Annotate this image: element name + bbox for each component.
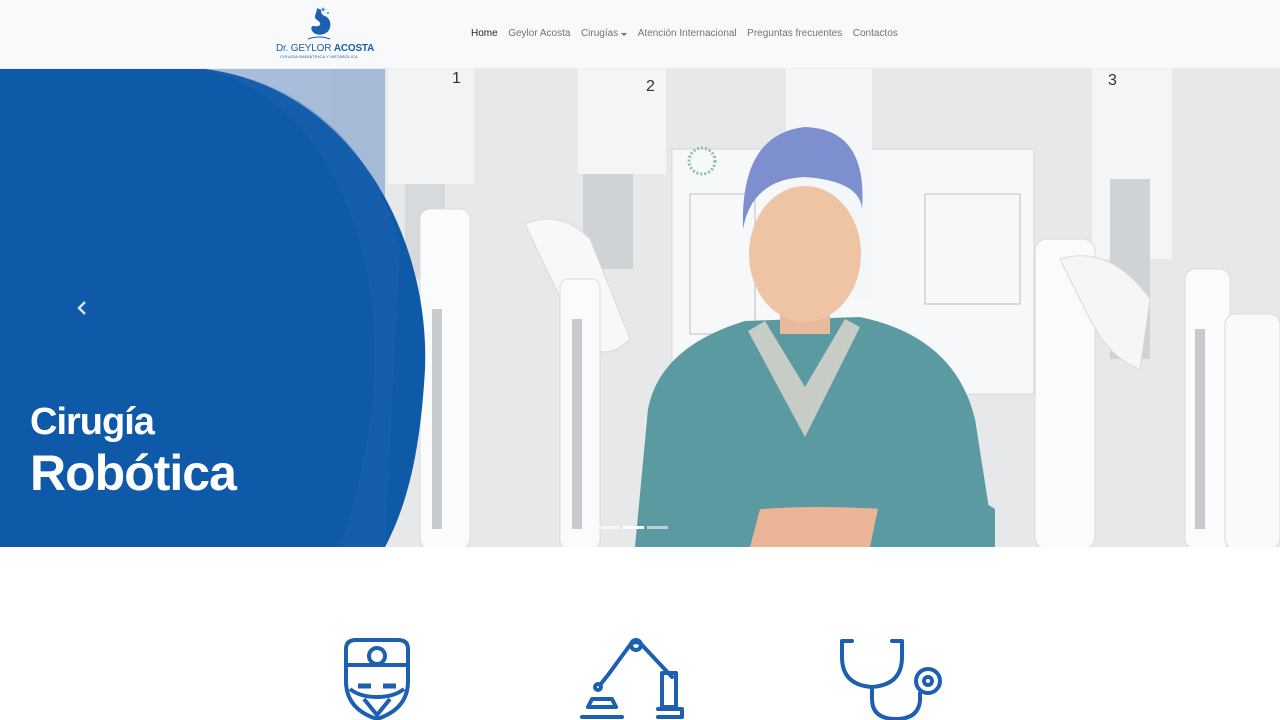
nav-cirugias-label: Cirugías <box>580 28 619 39</box>
arm-number-3: 3 <box>1108 72 1117 89</box>
nav-cirugias-dropdown[interactable]: Cirugías <box>580 28 628 39</box>
chevron-left-icon <box>77 301 86 315</box>
robotic-arm-icon <box>580 638 684 719</box>
carousel-prev-button[interactable] <box>66 288 98 328</box>
brand-logo[interactable]: Dr. GEYLOR ACOSTA CIRUGÍA BARIÁTRICA Y M… <box>276 6 375 60</box>
stomach-logo-icon <box>307 7 331 40</box>
carousel-indicator-1[interactable] <box>599 526 620 529</box>
carousel-indicator-2[interactable] <box>623 526 644 529</box>
carousel-indicator-3[interactable] <box>647 526 668 529</box>
nav-geylor-acosta[interactable]: Geylor Acosta <box>508 28 570 39</box>
hero-carousel: 1 2 3 Cirugía Robótica <box>0 69 1280 547</box>
navbar: Dr. GEYLOR ACOSTA CIRUGÍA BARIÁTRICA Y M… <box>0 0 1280 69</box>
hero-title-line2: Robótica <box>30 445 237 501</box>
surgeon-icon <box>344 638 410 720</box>
arm-number-1: 1 <box>452 70 461 87</box>
nav-atencion-internacional[interactable]: Atención Internacional <box>638 28 737 39</box>
nav-preguntas-frecuentes[interactable]: Preguntas frecuentes <box>747 28 842 39</box>
brand-tagline: CIRUGÍA BARIÁTRICA Y METABÓLICA <box>280 54 358 59</box>
carousel-indicators <box>599 526 668 529</box>
stethoscope-icon <box>840 639 942 720</box>
arm-number-2: 2 <box>646 78 655 95</box>
nav-contactos[interactable]: Contactos <box>853 28 898 39</box>
hero-title: Cirugía Robótica <box>30 401 237 501</box>
brand-name: Dr. GEYLOR ACOSTA <box>276 43 375 54</box>
main-nav: Home Geylor Acosta Cirugías Atención Int… <box>471 28 908 39</box>
features-section <box>0 547 1280 720</box>
hero-title-line1: Cirugía <box>30 401 155 443</box>
nav-home[interactable]: Home <box>471 28 498 39</box>
caret-down-icon <box>621 32 628 36</box>
